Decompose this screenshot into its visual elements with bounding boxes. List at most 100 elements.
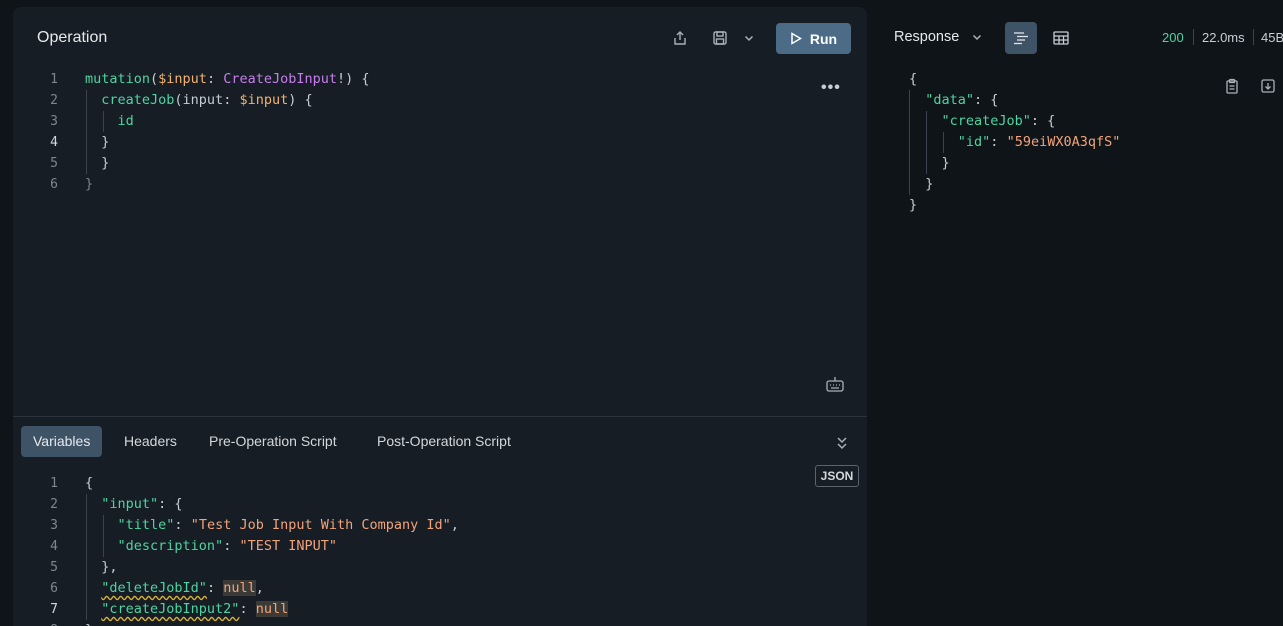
indent-guide	[926, 111, 927, 174]
code-token: }	[85, 622, 93, 626]
line-number: 1	[50, 476, 58, 491]
code-token: : {	[974, 92, 999, 108]
indent-guide	[909, 90, 910, 195]
code-token: "deleteJobId"	[101, 580, 207, 596]
line-number: 7	[50, 602, 58, 617]
response-viewer: { "data": { "createJob": { "id": "59eiWX…	[867, 69, 1283, 229]
indent-guide	[86, 494, 87, 620]
save-button[interactable]	[705, 23, 735, 53]
code-token: "createJob"	[941, 113, 1031, 129]
line-number: 6	[50, 177, 58, 192]
operation-title: Operation	[37, 29, 108, 46]
line-number: 3	[50, 114, 58, 129]
code-token: }	[909, 197, 918, 213]
code-token: {	[85, 475, 94, 491]
code-token: "Test Job Input With Company Id"	[190, 517, 451, 533]
code-token: !) {	[337, 71, 370, 87]
share-icon	[674, 31, 686, 45]
line-number: 5	[50, 156, 58, 171]
code-token: }	[85, 155, 110, 171]
tree-view-button[interactable]	[1005, 22, 1037, 54]
line-number: 5	[50, 560, 58, 575]
variables-editor[interactable]: 1 {2 "input": {3 "title": "Test Job Input…	[13, 473, 867, 626]
collapse-icon[interactable]	[832, 433, 852, 453]
variables-section: Variables Headers Pre-Operation Script P…	[13, 416, 867, 626]
code-token: "59eiWX0A3qfS"	[1006, 134, 1121, 150]
response-title[interactable]: Response	[894, 29, 959, 45]
code-token: (input:	[174, 92, 240, 108]
response-size: 45B	[1261, 30, 1283, 45]
code-token: "description"	[117, 538, 224, 554]
code-token: },	[85, 559, 118, 575]
code-token: : {	[1030, 113, 1056, 129]
code-token: :	[990, 134, 1007, 150]
line-number: 3	[50, 518, 58, 533]
code-token: CreateJobInput	[223, 71, 338, 87]
code-token: }	[85, 176, 94, 192]
line-number: 6	[50, 581, 58, 596]
status-code: 200	[1162, 30, 1184, 45]
code-token: null	[223, 580, 256, 596]
chevron-down-icon	[744, 35, 754, 42]
indent-guide	[103, 515, 104, 557]
code-token: null	[255, 601, 289, 617]
code-token: {	[909, 71, 918, 87]
response-time: 22.0ms	[1202, 30, 1245, 45]
code-token: $input	[158, 71, 207, 87]
tab-post-operation-script[interactable]: Post-Operation Script	[365, 426, 523, 457]
response-panel: Response 200 22.0ms 45B { "data": { "cre…	[867, 0, 1283, 626]
code-token: ,	[450, 517, 459, 533]
operation-editor[interactable]: 1 mutation($input: CreateJobInput!) {2 cr…	[13, 69, 867, 219]
indent-guide	[86, 90, 87, 174]
tab-variables[interactable]: Variables	[21, 426, 103, 457]
tab-headers[interactable]: Headers	[112, 426, 189, 457]
code-token: id	[117, 113, 134, 129]
table-view-button[interactable]	[1045, 22, 1077, 54]
divider	[1253, 29, 1254, 45]
indent-guide	[943, 132, 944, 153]
tree-view-icon	[1014, 32, 1028, 45]
table-icon	[1053, 31, 1069, 45]
operation-header: Operation Run	[13, 7, 867, 69]
code-token: :	[206, 71, 224, 87]
line-number: 8	[13, 620, 58, 626]
code-token: createJob	[101, 92, 175, 108]
share-button[interactable]	[665, 23, 695, 53]
code-token: :	[223, 538, 240, 554]
code-token: ) {	[288, 92, 313, 108]
save-options-dropdown[interactable]	[737, 23, 761, 53]
code-token: :	[239, 601, 256, 617]
keyboard-shortcuts-icon[interactable]	[825, 376, 845, 392]
code-token: ,	[255, 580, 264, 596]
save-icon	[713, 31, 727, 45]
code-token: "createJobInput2"	[101, 601, 240, 617]
code-token: "title"	[117, 517, 175, 533]
code-token: $input	[239, 92, 289, 108]
code-token: "input"	[101, 496, 159, 512]
line-number: 1	[50, 72, 58, 87]
code-token: :	[174, 517, 191, 533]
run-label: Run	[809, 30, 838, 47]
code-token: "id"	[957, 134, 991, 150]
code-token: }	[909, 176, 934, 192]
indent-guide	[103, 111, 104, 132]
code-token: : {	[158, 496, 183, 512]
tab-pre-operation-script[interactable]: Pre-Operation Script	[197, 426, 349, 457]
code-token: mutation	[85, 71, 151, 87]
run-button[interactable]: Run	[776, 23, 851, 54]
code-token: (	[150, 71, 159, 87]
code-token: "data"	[925, 92, 975, 108]
chevron-down-icon[interactable]	[971, 31, 983, 43]
divider	[1193, 29, 1194, 45]
code-token: }	[909, 155, 950, 171]
code-token: "TEST INPUT"	[239, 538, 337, 554]
code-token: }	[85, 134, 110, 150]
